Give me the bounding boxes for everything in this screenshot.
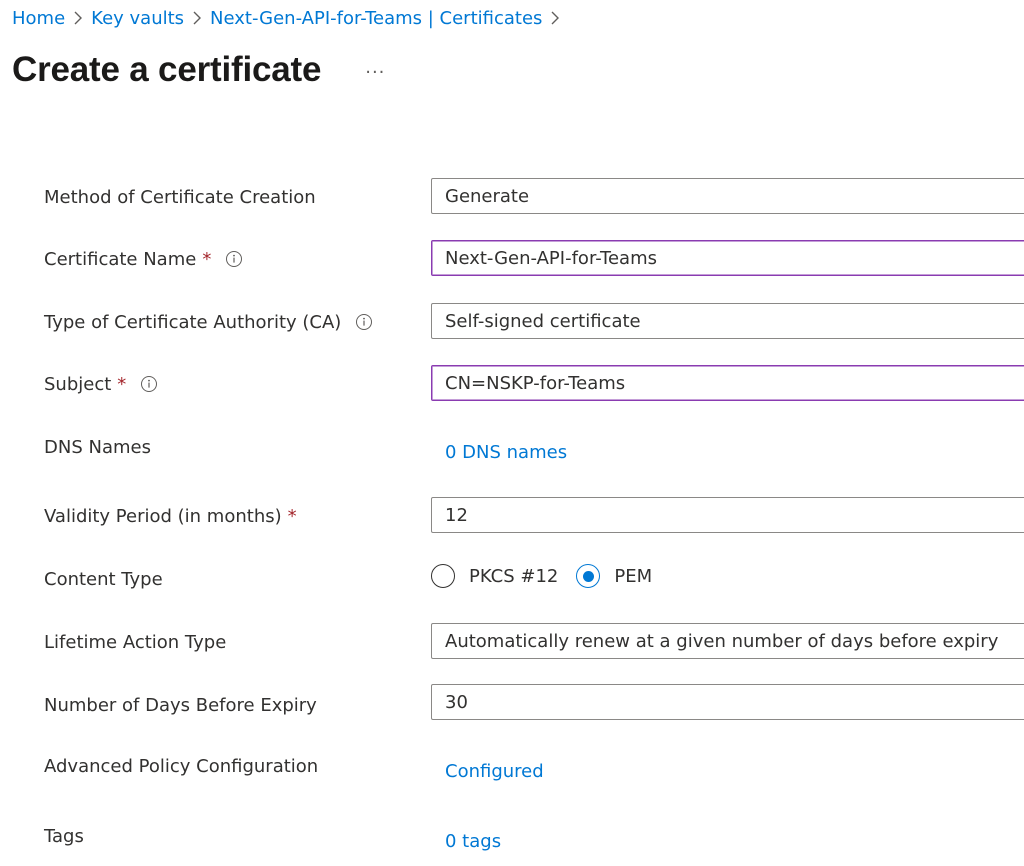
required-marker: * xyxy=(202,248,212,270)
info-icon[interactable] xyxy=(355,313,373,331)
chevron-right-icon xyxy=(550,11,560,25)
content-type-radio-group: PKCS #12 PEM xyxy=(431,557,670,595)
page-title: Create a certificate xyxy=(12,50,322,89)
info-icon[interactable] xyxy=(225,250,243,268)
tags-label: Tags xyxy=(44,817,84,855)
dns-names-link[interactable]: 0 DNS names xyxy=(445,433,567,471)
form-row-method: Method of Certificate Creation Generate xyxy=(0,178,1024,216)
title-row: Create a certificate ... xyxy=(12,42,389,98)
radio-checked-icon xyxy=(576,564,601,588)
content-type-label: Content Type xyxy=(44,560,163,598)
lifetime-action-label: Lifetime Action Type xyxy=(44,623,226,661)
required-marker: * xyxy=(117,373,127,395)
chevron-right-icon xyxy=(192,11,202,25)
validity-input[interactable]: 12 xyxy=(431,497,1024,533)
form-row-tags: Tags 0 tags xyxy=(0,817,1024,855)
form-row-cert-name: Certificate Name * Next-Gen-API-for-Team… xyxy=(0,240,1024,278)
form-row-validity: Validity Period (in months) * 12 xyxy=(0,497,1024,535)
radio-pkcs12-label: PKCS #12 xyxy=(469,565,559,587)
advanced-policy-label: Advanced Policy Configuration xyxy=(44,747,318,785)
method-dropdown[interactable]: Generate xyxy=(431,178,1024,214)
days-before-expiry-label-text: Number of Days Before Expiry xyxy=(44,694,317,716)
radio-unchecked-icon xyxy=(431,564,455,588)
create-certificate-page: Home Key vaults Next-Gen-API-for-Teams |… xyxy=(0,0,1024,866)
ca-type-dropdown[interactable]: Self-signed certificate xyxy=(431,303,1024,339)
days-before-expiry-input[interactable]: 30 xyxy=(431,684,1024,720)
dns-label: DNS Names xyxy=(44,428,151,466)
breadcrumb-home[interactable]: Home xyxy=(12,8,65,29)
chevron-right-icon xyxy=(73,11,83,25)
lifetime-action-label-text: Lifetime Action Type xyxy=(44,631,227,653)
dns-label-text: DNS Names xyxy=(44,436,151,458)
breadcrumb-key-vaults[interactable]: Key vaults xyxy=(91,8,184,29)
more-options-button[interactable]: ... xyxy=(361,57,389,79)
subject-input[interactable]: CN=NSKP-for-Teams xyxy=(431,365,1024,401)
lifetime-action-dropdown[interactable]: Automatically renew at a given number of… xyxy=(431,623,1024,659)
form-row-dns: DNS Names 0 DNS names xyxy=(0,428,1024,466)
days-before-expiry-label: Number of Days Before Expiry xyxy=(44,686,317,724)
form-row-lifetime-action: Lifetime Action Type Automatically renew… xyxy=(0,623,1024,661)
advanced-policy-link[interactable]: Configured xyxy=(445,752,544,790)
tags-label-text: Tags xyxy=(44,825,84,847)
form-row-ca-type: Type of Certificate Authority (CA) Self-… xyxy=(0,303,1024,341)
cert-name-input[interactable]: Next-Gen-API-for-Teams xyxy=(431,240,1024,276)
subject-label-text: Subject xyxy=(44,373,112,395)
tags-link[interactable]: 0 tags xyxy=(445,822,501,860)
radio-pkcs12[interactable]: PKCS #12 xyxy=(431,564,558,588)
info-icon[interactable] xyxy=(140,375,158,393)
form-row-advanced-policy: Advanced Policy Configuration Configured xyxy=(0,747,1024,785)
ca-type-label-text: Type of Certificate Authority (CA) xyxy=(44,311,342,333)
radio-pem[interactable]: PEM xyxy=(576,564,652,588)
validity-label: Validity Period (in months) * xyxy=(44,497,297,535)
required-marker: * xyxy=(287,505,297,527)
content-type-label-text: Content Type xyxy=(44,568,163,590)
advanced-policy-label-text: Advanced Policy Configuration xyxy=(44,755,319,777)
cert-name-label: Certificate Name * xyxy=(44,240,243,278)
breadcrumb-certificates[interactable]: Next-Gen-API-for-Teams | Certificates xyxy=(210,8,542,29)
method-label: Method of Certificate Creation xyxy=(44,178,316,216)
method-label-text: Method of Certificate Creation xyxy=(44,186,316,208)
ca-type-label: Type of Certificate Authority (CA) xyxy=(44,303,373,341)
form-row-subject: Subject * CN=NSKP-for-Teams xyxy=(0,365,1024,403)
breadcrumb: Home Key vaults Next-Gen-API-for-Teams |… xyxy=(12,4,568,32)
cert-name-label-text: Certificate Name xyxy=(44,248,197,270)
form-row-content-type: Content Type PKCS #12 PEM xyxy=(0,560,1024,598)
subject-label: Subject * xyxy=(44,365,158,403)
form-row-days-before-expiry: Number of Days Before Expiry 30 xyxy=(0,684,1024,722)
validity-label-text: Validity Period (in months) xyxy=(44,505,282,527)
radio-pem-label: PEM xyxy=(614,565,653,587)
